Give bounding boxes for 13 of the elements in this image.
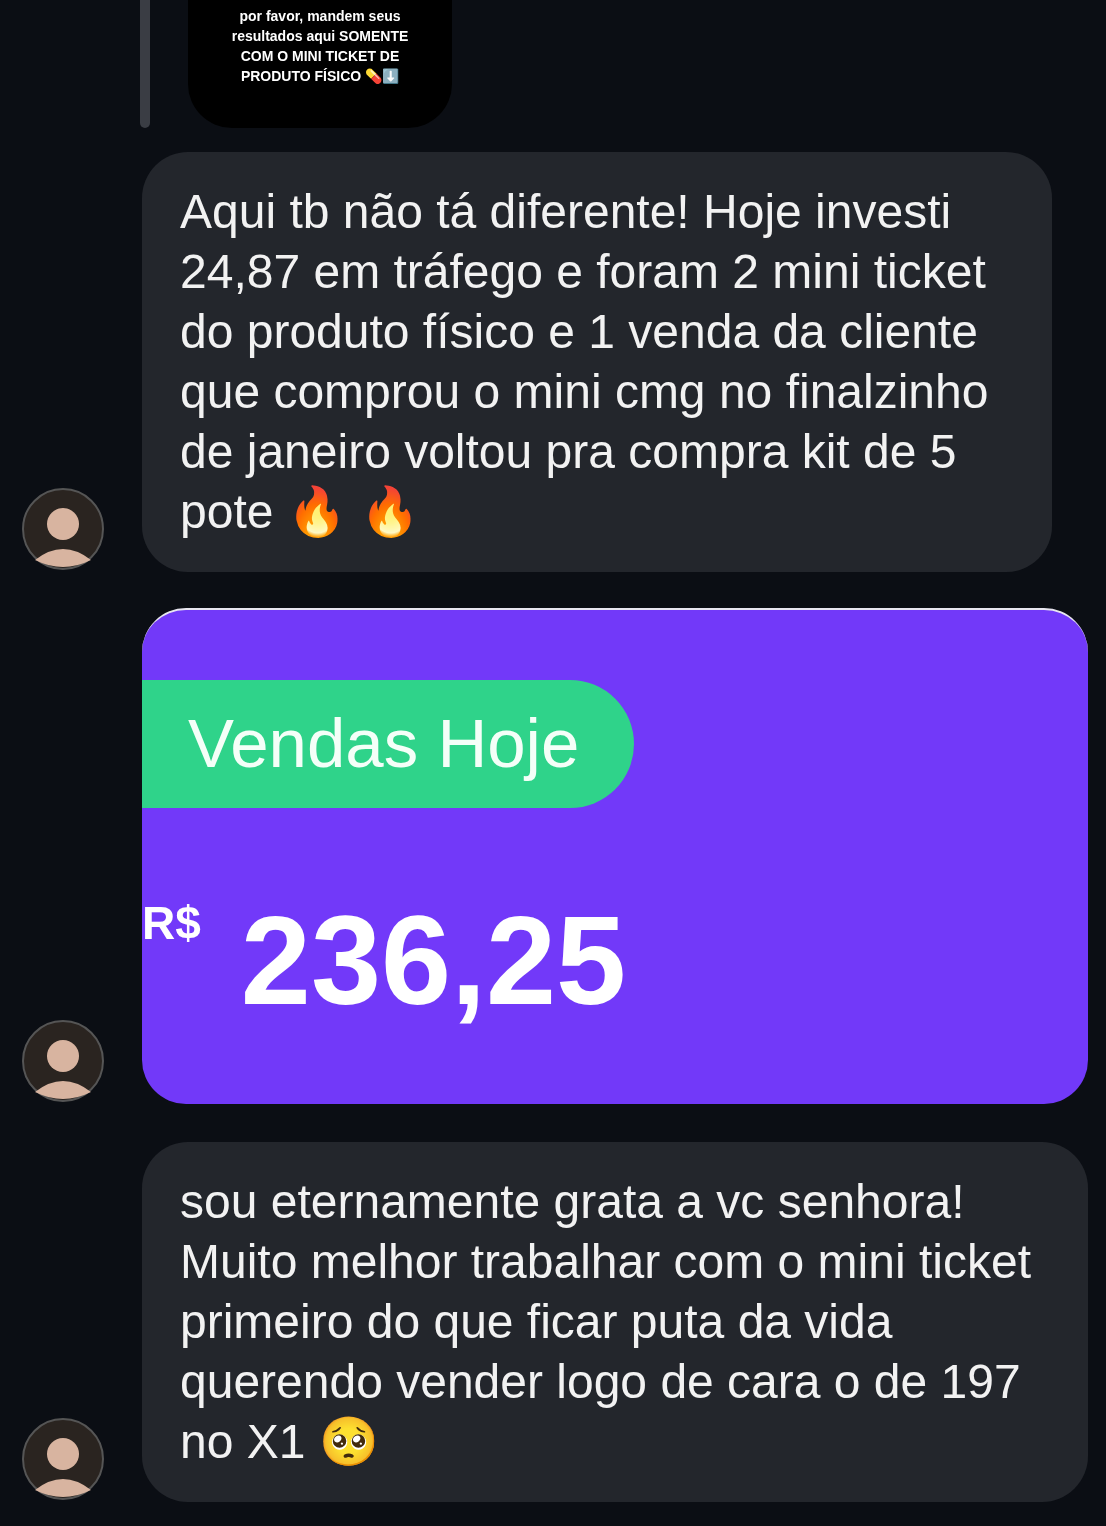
- amount-text: 236,25: [240, 896, 627, 1026]
- sales-today-badge: Vendas Hoje: [142, 680, 634, 808]
- avatar-icon: [22, 1418, 104, 1500]
- story-caption-line: por favor, mandem seus: [239, 7, 401, 26]
- story-caption-line: PRODUTO FÍSICO 💊⬇: [240, 67, 400, 86]
- message-text: sou eternamente grata a vc senhora! Muito melhor trabalhar com o mini ticket primeiro do que ficar puta da vida querendo vender logo de cara o de 197 no X1 🥺: [180, 1175, 1031, 1468]
- message-text: Aqui tb não tá diferente! Hoje investi 24,87 em tráfego e foram 2 mini ticket do produto físico e 1 venda da cliente que comprou o mini cmg no finalzinho de janeiro voltou pra compra kit de 5 pote 🔥 🔥: [180, 185, 989, 538]
- avatar-icon: [22, 1020, 104, 1102]
- story-caption-line: resultados aqui SOMENTE: [231, 27, 409, 46]
- story-preview[interactable]: por favor, mandem seus resultados aqui SOMENTE COM O MINI TICKET DE PRODUTO FÍSICO 💊⬇: [188, 0, 452, 128]
- avatar-icon: [22, 488, 104, 570]
- currency-label: R$: [142, 898, 201, 948]
- story-caption-line: COM O MINI TICKET DE: [240, 47, 400, 66]
